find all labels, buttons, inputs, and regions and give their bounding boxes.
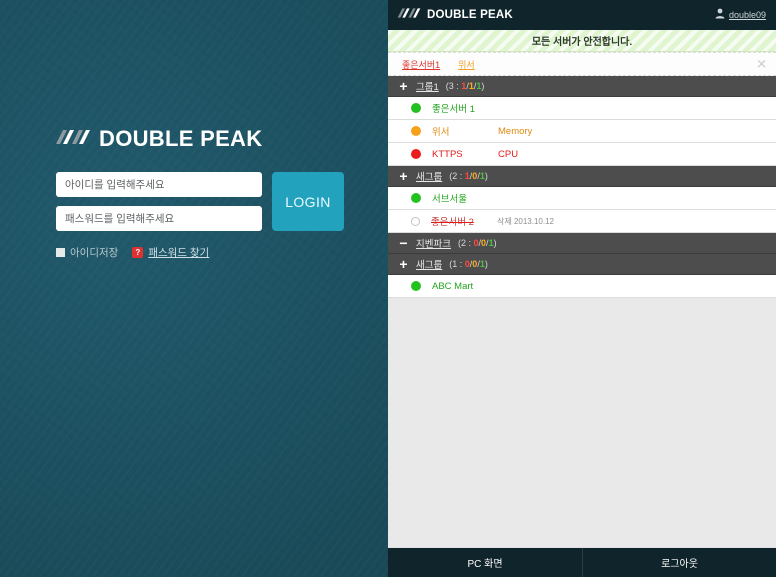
- app-brand-text: DOUBLE PEAK: [427, 9, 513, 21]
- username-input[interactable]: [56, 172, 262, 197]
- group-header-3[interactable]: + 새그룹 (1 : 0/0/1): [388, 254, 776, 275]
- group-name-label: 새그룹: [416, 260, 443, 271]
- logout-button[interactable]: 로그아웃: [582, 548, 776, 577]
- login-fields: [56, 172, 262, 240]
- user-icon: [715, 6, 725, 24]
- expand-toggle-icon[interactable]: +: [398, 169, 409, 183]
- mobile-app-panel: DOUBLE PEAK double09 모든 서버가 안전합니다. 좋은서버1…: [388, 0, 776, 577]
- login-button[interactable]: LOGIN: [272, 172, 344, 231]
- server-row[interactable]: 서브서울: [388, 187, 776, 210]
- password-input[interactable]: [56, 206, 262, 231]
- login-credentials-row: LOGIN: [56, 172, 346, 240]
- server-name-label: 위서: [432, 127, 450, 138]
- login-brand-text: DOUBLE PEAK: [99, 126, 263, 151]
- server-row[interactable]: ABC Mart: [388, 275, 776, 298]
- pc-view-button[interactable]: PC 화면: [388, 548, 582, 577]
- server-metric-label: CPU: [498, 148, 519, 160]
- collapse-toggle-icon[interactable]: −: [398, 236, 409, 250]
- server-name-label: 좋은서버 1: [432, 104, 475, 115]
- server-deleted-date-label: 삭제 2013.10.12: [497, 216, 554, 226]
- server-row[interactable]: 위서 Memory: [388, 120, 776, 143]
- tab-item-0[interactable]: 좋은서버1: [402, 58, 440, 71]
- tab-item-1[interactable]: 위서: [458, 58, 475, 71]
- status-dot-green-icon: [411, 103, 421, 113]
- group-name-label: 그룹1: [416, 82, 439, 93]
- login-form: DOUBLE PEAK LOGIN 아이디저장 ? 패스워드 찾기: [56, 126, 346, 260]
- app-brand: DOUBLE PEAK: [397, 6, 513, 24]
- server-name-label: 좋은서버 2: [431, 217, 474, 228]
- double-peak-logo-icon: [56, 128, 90, 151]
- remember-id-checkbox[interactable]: 아이디저장: [56, 245, 118, 260]
- app-header: DOUBLE PEAK double09: [388, 0, 776, 30]
- server-name-label: ABC Mart: [432, 280, 474, 292]
- status-dot-orange-icon: [411, 126, 421, 136]
- group-count-label: (3 : 1/1/1): [445, 81, 485, 91]
- server-name-label: KTTPS: [432, 148, 463, 160]
- status-dot-green-icon: [411, 193, 421, 203]
- server-tab-bar: 좋은서버1 위서 ✕: [388, 52, 776, 76]
- login-brand: DOUBLE PEAK: [56, 126, 346, 152]
- server-row-deleted[interactable]: 좋은서버 2 삭제 2013.10.12: [388, 210, 776, 233]
- question-mark-icon: ?: [132, 247, 144, 258]
- group-count-label: (2 : 0/0/1): [457, 238, 497, 248]
- user-name-label: double09: [728, 10, 766, 20]
- server-row[interactable]: 좋은서버 1: [388, 97, 776, 120]
- status-banner: 모든 서버가 안전합니다.: [388, 30, 776, 52]
- status-dot-empty-icon: [411, 216, 420, 226]
- app-footer: PC 화면 로그아웃: [388, 547, 776, 577]
- group-header-2[interactable]: − 지벤파크 (2 : 0/0/1): [388, 233, 776, 254]
- user-menu[interactable]: double09: [715, 6, 766, 24]
- status-dot-green-icon: [411, 281, 421, 291]
- close-icon[interactable]: ✕: [756, 58, 767, 71]
- login-panel: DOUBLE PEAK LOGIN 아이디저장 ? 패스워드 찾기: [0, 0, 388, 577]
- server-row[interactable]: KTTPS CPU: [388, 143, 776, 166]
- status-dot-red-icon: [411, 149, 421, 159]
- double-peak-logo-icon: [397, 6, 421, 24]
- find-password-link[interactable]: 패스워드 찾기: [148, 245, 209, 260]
- group-name-label: 지벤파크: [416, 239, 451, 250]
- status-text: 모든 서버가 안전합니다.: [531, 37, 633, 48]
- remember-id-label: 아이디저장: [70, 247, 119, 259]
- expand-toggle-icon[interactable]: +: [398, 257, 409, 271]
- find-password-group: ? 패스워드 찾기: [132, 245, 209, 260]
- server-metric-label: Memory: [498, 125, 533, 137]
- group-header-1[interactable]: + 새그룹 (2 : 1/0/1): [388, 166, 776, 187]
- screen-root: DOUBLE PEAK LOGIN 아이디저장 ? 패스워드 찾기: [0, 0, 776, 577]
- group-count-label: (1 : 0/0/1): [449, 259, 488, 269]
- server-list: + 그룹1 (3 : 1/1/1) 좋은서버 1 위서 Memory KTTPS…: [388, 76, 776, 547]
- checkbox-box-icon: [56, 248, 65, 257]
- group-name-label: 새그룹: [416, 172, 443, 183]
- server-name-label: 서브서울: [432, 194, 467, 205]
- expand-toggle-icon[interactable]: +: [398, 79, 409, 93]
- group-count-label: (2 : 1/0/1): [449, 171, 488, 181]
- group-header-0[interactable]: + 그룹1 (3 : 1/1/1): [388, 76, 776, 97]
- login-options: 아이디저장 ? 패스워드 찾기: [56, 245, 346, 260]
